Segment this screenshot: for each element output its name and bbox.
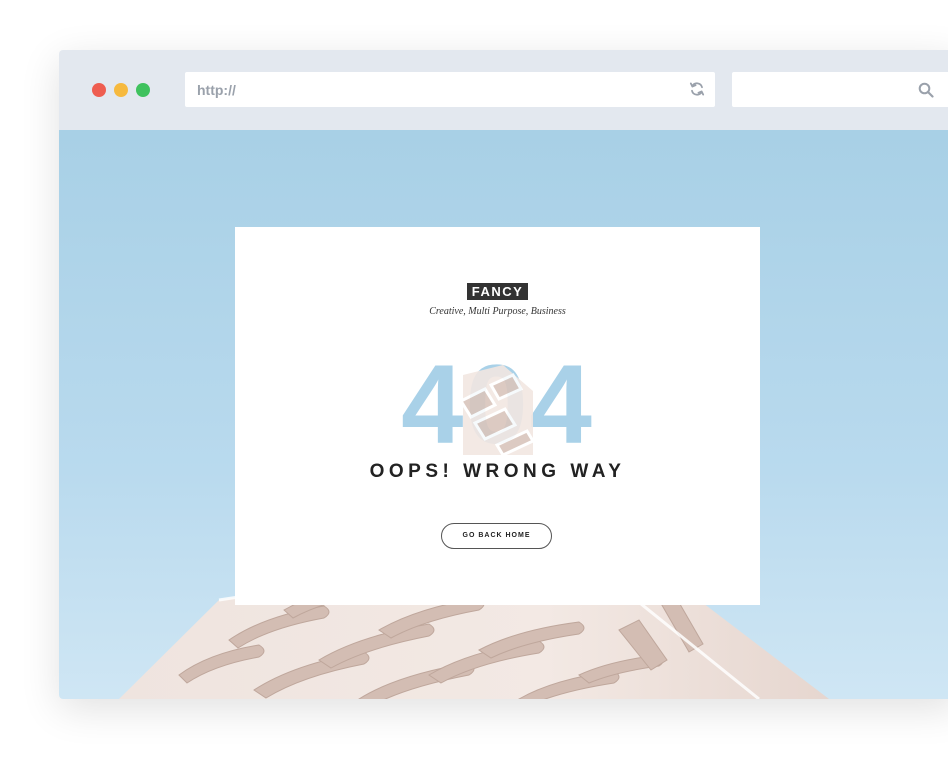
- brand-name: FANCY: [466, 283, 529, 300]
- brand-tagline: Creative, Multi Purpose, Business: [429, 306, 566, 317]
- browser-window: http:// FANCY Creative, Multi Purpose, B…: [59, 50, 948, 699]
- address-bar-text: http://: [197, 82, 236, 98]
- search-icon[interactable]: [918, 82, 934, 98]
- error-message: OOPS! WRONG WAY: [369, 461, 626, 482]
- address-bar[interactable]: http://: [185, 72, 715, 107]
- error-card: FANCY Creative, Multi Purpose, Business …: [235, 227, 760, 605]
- maximize-window-button[interactable]: [136, 83, 150, 97]
- page-viewport: FANCY Creative, Multi Purpose, Business …: [59, 130, 948, 699]
- reload-icon[interactable]: [689, 81, 705, 97]
- go-back-home-button[interactable]: GO BACK HOME: [441, 523, 552, 549]
- error-code-graphic: 404: [401, 345, 592, 455]
- browser-toolbar: http://: [59, 50, 948, 130]
- close-window-button[interactable]: [92, 83, 106, 97]
- search-field[interactable]: [732, 72, 948, 107]
- brand-logo[interactable]: FANCY: [235, 283, 760, 301]
- minimize-window-button[interactable]: [114, 83, 128, 97]
